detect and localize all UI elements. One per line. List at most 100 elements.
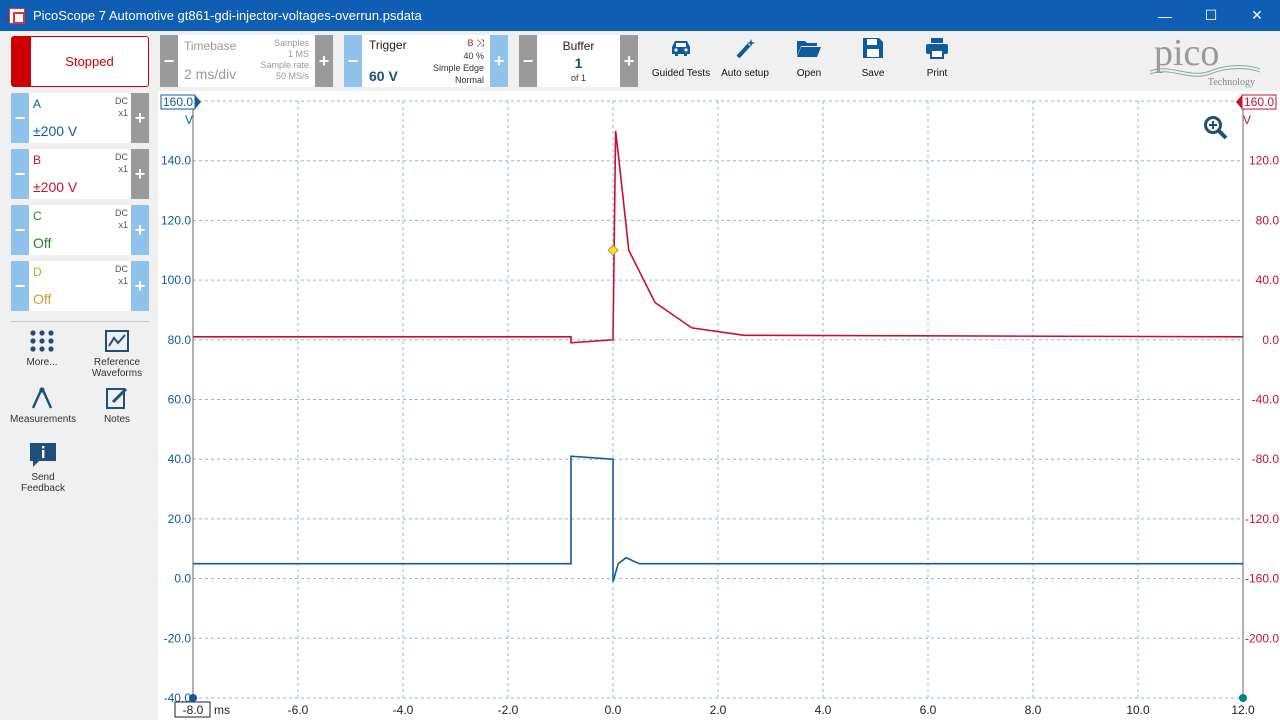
x-tick-label: 10.0: [1126, 703, 1150, 717]
channel-a-range[interactable]: ±200 V: [33, 123, 77, 139]
trigger-level[interactable]: 60 V: [369, 68, 398, 84]
timebase-value[interactable]: 2 ms/div: [184, 66, 236, 82]
channel-d-name: D: [33, 265, 42, 279]
reference-waveforms-label: Reference Waveforms: [91, 357, 143, 379]
channel-d-coupling: DC: [115, 264, 128, 274]
trigger-mode: Normal: [454, 75, 484, 85]
car-icon: [672, 41, 690, 56]
print-button[interactable]: Print: [905, 37, 969, 79]
save-button[interactable]: Save: [841, 37, 905, 79]
y-left-tick-label: -20.0: [164, 631, 192, 645]
trigger-type: Simple Edge: [432, 63, 484, 73]
app-icon: [9, 7, 25, 24]
buffer-previous-button[interactable]: −: [519, 35, 537, 87]
trigger-marker: [607, 244, 619, 256]
open-button[interactable]: Open: [777, 37, 841, 79]
channel-d-decrease-button[interactable]: −: [11, 261, 29, 311]
channel-b-range[interactable]: ±200 V: [33, 179, 77, 195]
ruler-handle-left: [189, 694, 197, 702]
channel-b-increase-button[interactable]: +: [131, 149, 149, 199]
zoom-icon[interactable]: [1203, 115, 1229, 146]
minimize-button[interactable]: —: [1142, 0, 1188, 31]
title-bar: PicoScope 7 Automotive gt861-gdi-injecto…: [0, 0, 1280, 31]
channel-d-increase-button[interactable]: +: [131, 261, 149, 311]
channel-d-panel[interactable]: − D DC x1 Off +: [11, 261, 149, 311]
rising-edge-icon: ⤨: [476, 38, 484, 49]
waveform-chart[interactable]: -40.0 -20.0 0.0 20.0 40.0 60.0 80.0 100.0 120.0 1…: [158, 91, 1280, 720]
channel-d-probe: x1: [118, 276, 128, 286]
send-feedback-label: Send Feedback: [21, 472, 65, 494]
auto-setup-label: Auto setup: [721, 68, 769, 79]
send-feedback-button[interactable]: Send Feedback: [8, 442, 78, 494]
y-right-tick-label: 80.0: [1256, 213, 1280, 227]
channel-c-panel[interactable]: − C DC x1 Off +: [11, 205, 149, 255]
x-tick-label: 12.0: [1231, 703, 1255, 717]
x-tick-label: -6.0: [288, 703, 309, 717]
pico-logo: pico Technology: [1150, 32, 1265, 88]
channel-a-panel[interactable]: − A DC x1 ±200 V +: [11, 93, 149, 143]
y-left-tick-label: 20.0: [168, 512, 192, 526]
close-button[interactable]: ✕: [1234, 0, 1280, 31]
y-left-tick-label: 120.0: [161, 213, 191, 227]
auto-setup-button[interactable]: Auto setup: [713, 37, 777, 79]
channel-a-decrease-button[interactable]: −: [11, 93, 29, 143]
pico-logo-subtext: Technology: [1207, 77, 1255, 88]
notes-label: Notes: [103, 414, 131, 425]
sample-rate-label: Sample rate: [260, 60, 309, 70]
notes-icon: [106, 387, 128, 409]
timebase-decrease-button[interactable]: −: [160, 35, 178, 87]
scope-view[interactable]: -40.0 -20.0 0.0 20.0 40.0 60.0 80.0 100.0 120.0 1…: [158, 91, 1280, 720]
x-tick-label: -4.0: [393, 703, 414, 717]
y-right-tick-label: -40.0: [1252, 393, 1280, 407]
grid-dots-icon: [30, 330, 54, 352]
y-right-tick-label: -200.0: [1245, 631, 1279, 645]
buffer-next-button[interactable]: +: [620, 35, 638, 87]
channel-c-decrease-button[interactable]: −: [11, 205, 29, 255]
y-left-tick-label: 140.0: [161, 154, 191, 168]
timebase-control: − Timebase 2 ms/div Samples 1 MS Sample …: [160, 35, 333, 87]
guided-tests-button[interactable]: Guided Tests: [649, 37, 713, 79]
save-label: Save: [861, 68, 885, 79]
y-right-tick-label: -160.0: [1245, 572, 1279, 586]
more-button[interactable]: More...: [10, 329, 74, 368]
reference-waveforms-button[interactable]: Reference Waveforms: [84, 329, 150, 379]
channel-c-increase-button[interactable]: +: [131, 205, 149, 255]
buffer-title: Buffer: [562, 39, 595, 53]
measurements-button[interactable]: Measurements: [10, 386, 76, 425]
channel-b-decrease-button[interactable]: −: [11, 149, 29, 199]
channel-a-probe: x1: [118, 108, 128, 118]
print-label: Print: [926, 68, 948, 79]
x-tick-label: 6.0: [920, 703, 937, 717]
y-right-max-marker: [1236, 95, 1242, 109]
guided-tests-label: Guided Tests: [651, 68, 711, 79]
channel-c-range[interactable]: Off: [33, 235, 51, 251]
x-tick-label: 8.0: [1025, 703, 1042, 717]
buffer-value[interactable]: 1: [537, 55, 620, 71]
timebase-increase-button[interactable]: +: [315, 35, 333, 87]
samples-label: Samples: [273, 38, 309, 48]
notes-button[interactable]: Notes: [84, 386, 150, 425]
compass-icon: [31, 387, 53, 409]
y-left-max-marker: [195, 95, 201, 109]
trigger-percent: 40 %: [463, 51, 484, 61]
trigger-channel: B: [467, 38, 474, 48]
left-panel: Stopped − A DC x1 ±200 V + − B DC x1 ±200 …: [0, 31, 158, 720]
y-right-max-label: 160.0: [1244, 95, 1274, 109]
trigger-control: − Trigger 60 V B ⤨ 40 % Simple Edge Norm…: [344, 35, 508, 87]
channel-b-panel[interactable]: − B DC x1 ±200 V +: [11, 149, 149, 199]
channel-c-name: C: [33, 209, 42, 223]
channel-c-coupling: DC: [115, 208, 128, 218]
y-left-tick-label: 80.0: [168, 333, 192, 347]
trigger-increase-button[interactable]: +: [490, 35, 508, 87]
channel-a-name: A: [33, 97, 42, 111]
trigger-decrease-button[interactable]: −: [344, 35, 362, 87]
channel-d-range[interactable]: Off: [33, 291, 51, 307]
timebase-title: Timebase: [184, 39, 237, 53]
samples-value: 1 MS: [287, 49, 309, 59]
maximize-button[interactable]: ☐: [1188, 0, 1234, 31]
channel-a-increase-button[interactable]: +: [131, 93, 149, 143]
y-right-unit-label: V: [1243, 113, 1251, 127]
buffer-control: − Buffer 1 of 1 +: [519, 35, 638, 87]
y-left-tick-label: 0.0: [174, 572, 191, 586]
run-stop-button[interactable]: Stopped: [11, 36, 149, 87]
